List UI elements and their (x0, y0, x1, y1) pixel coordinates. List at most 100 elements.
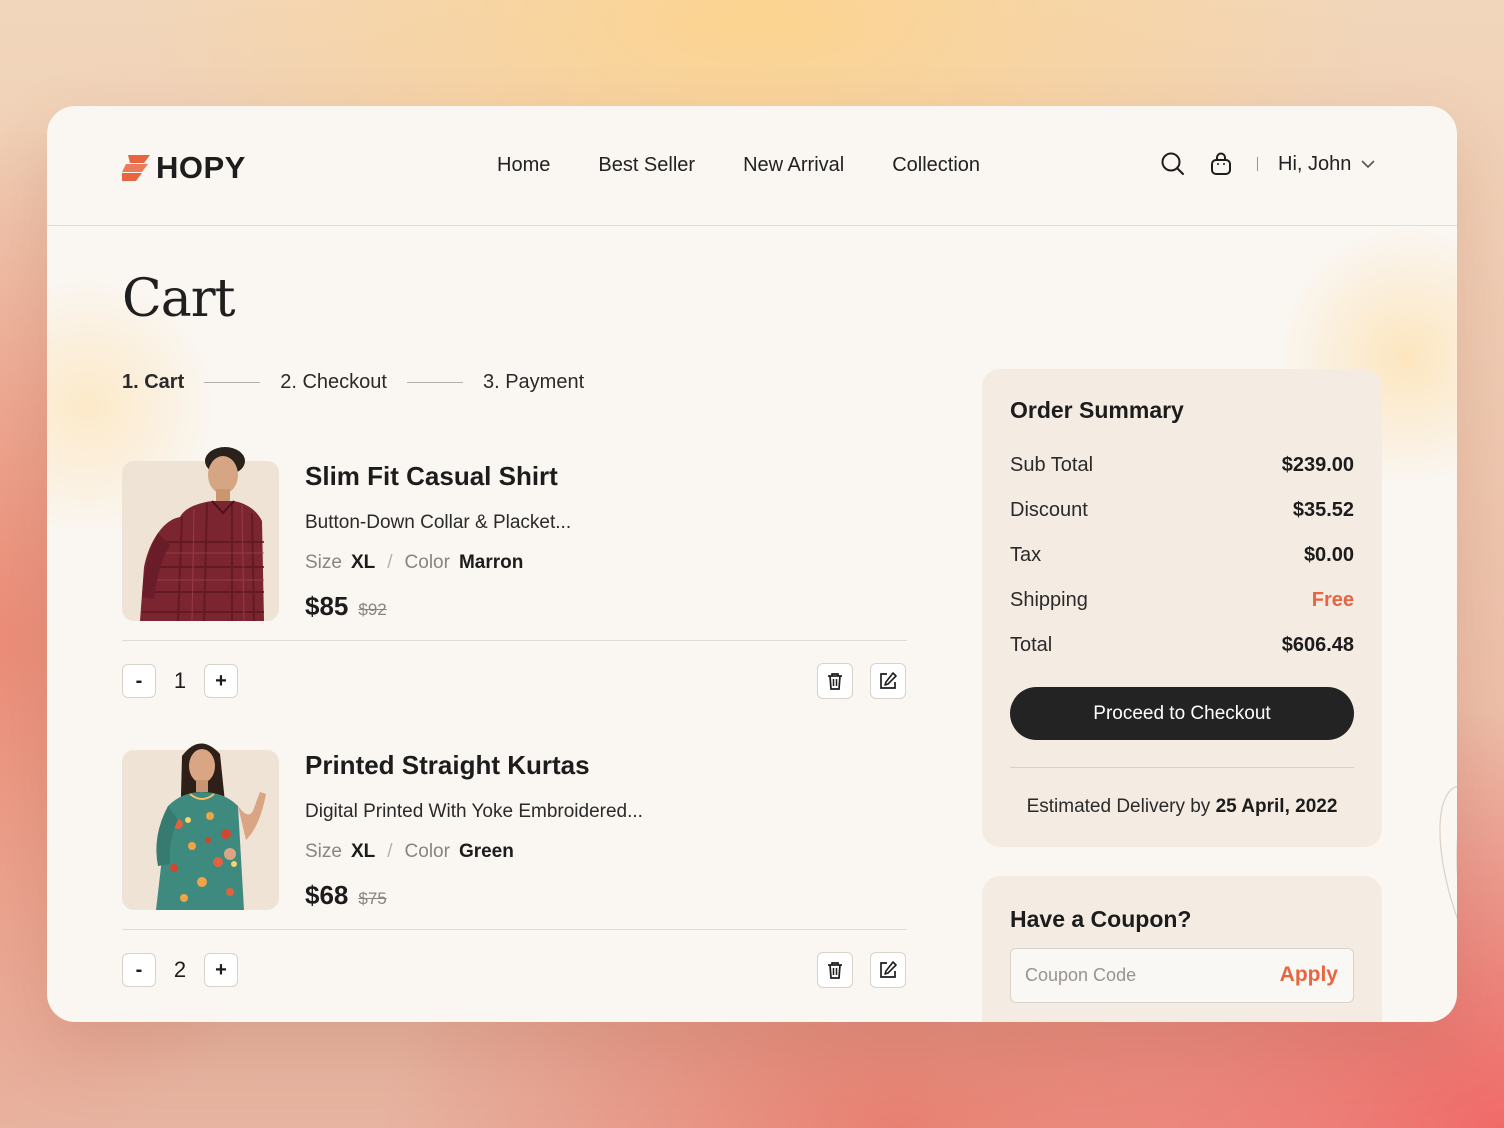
quantity-value: 2 (173, 957, 187, 982)
step-payment[interactable]: 3. Payment (483, 371, 584, 394)
nav-item-best-seller[interactable]: Best Seller (598, 154, 695, 177)
cart-item: Slim Fit Casual Shirt Button-Down Collar… (122, 447, 907, 707)
summary-label: Tax (1010, 544, 1042, 566)
summary-value: $35.52 (1292, 499, 1354, 521)
product-name[interactable]: Slim Fit Casual Shirt (305, 461, 558, 492)
step-connector (204, 382, 261, 383)
coupon-title: Have a Coupon? (1010, 906, 1192, 932)
product-description: Button-Down Collar & Placket... (305, 512, 572, 533)
color-value: Marron (458, 552, 524, 573)
summary-label: Total (1010, 634, 1053, 656)
size-label: Size (305, 552, 342, 573)
current-price: $68 (305, 880, 349, 910)
size-value: XL (350, 552, 376, 573)
increase-quantity-button[interactable]: + (204, 664, 238, 698)
product-image[interactable] (122, 447, 279, 621)
search-button[interactable] (1159, 150, 1187, 178)
product-photo-kurta (156, 743, 266, 910)
summary-label: Shipping (1010, 589, 1088, 611)
estimated-delivery: Estimated Delivery by 25 April, 2022 (1010, 796, 1354, 818)
nav-item-home[interactable]: Home (497, 154, 550, 177)
summary-value: $0.00 (1303, 544, 1354, 566)
trash-icon (828, 673, 842, 690)
coupon-field: Apply (1010, 948, 1354, 1003)
summary-row-shipping: Shipping Free (1010, 589, 1354, 612)
summary-label: Sub Total (1010, 454, 1094, 476)
summary-row-total: Total $606.48 (1010, 634, 1354, 657)
summary-value: Free (1311, 589, 1354, 611)
top-navbar: HOPY Home Best Seller New Arrival Collec… (47, 106, 1457, 226)
edit-item-button[interactable] (870, 952, 906, 988)
quantity-value: 1 (173, 668, 187, 693)
summary-row-tax: Tax $0.00 (1010, 544, 1354, 567)
product-attributes: Size XL / Color Green (305, 841, 514, 863)
order-summary-panel: Order Summary Sub Total $239.00 Discount… (982, 369, 1382, 847)
attribute-separator: / (387, 552, 393, 573)
quantity-stepper: - 1 + (122, 664, 238, 698)
edit-icon (880, 672, 897, 689)
attribute-separator: / (387, 841, 393, 862)
summary-row-subtotal: Sub Total $239.00 (1010, 454, 1354, 477)
color-label: Color (404, 841, 450, 862)
apply-coupon-button[interactable]: Apply (1280, 963, 1338, 987)
user-menu[interactable]: Hi, John (1278, 153, 1375, 176)
brand-logo[interactable]: HOPY (122, 150, 246, 186)
edit-icon (880, 961, 897, 978)
item-divider (122, 929, 907, 930)
summary-value: $606.48 (1281, 634, 1354, 656)
size-value: XL (350, 841, 376, 862)
trash-icon (828, 962, 842, 979)
color-label: Color (404, 552, 450, 573)
original-price: $92 (358, 600, 387, 619)
brand-name: HOPY (156, 150, 246, 185)
increase-quantity-button[interactable]: + (204, 953, 238, 987)
decor-rings (1439, 785, 1457, 1011)
page-title: Cart (122, 269, 236, 329)
checkout-steps: 1. Cart 2. Checkout 3. Payment (122, 371, 584, 394)
step-cart[interactable]: 1. Cart (122, 371, 184, 394)
proceed-to-checkout-button[interactable]: Proceed to Checkout (1010, 687, 1354, 740)
main-nav: Home Best Seller New Arrival Collection (497, 154, 1028, 177)
color-value: Green (458, 841, 514, 862)
shopping-bag-button[interactable] (1207, 150, 1235, 178)
delivery-date: 25 April, 2022 (1215, 796, 1338, 817)
shopping-bag-icon (1211, 152, 1231, 175)
nav-item-collection[interactable]: Collection (892, 154, 980, 177)
cart-item: Printed Straight Kurtas Digital Printed … (122, 736, 907, 996)
size-label: Size (305, 841, 342, 862)
product-image[interactable] (122, 743, 279, 910)
order-summary-title: Order Summary (1010, 397, 1184, 423)
summary-row-discount: Discount $35.52 (1010, 499, 1354, 522)
cart-page-card: HOPY Home Best Seller New Arrival Collec… (47, 106, 1457, 1022)
step-checkout[interactable]: 2. Checkout (280, 371, 387, 394)
product-attributes: Size XL / Color Marron (305, 552, 523, 574)
search-icon (1161, 152, 1184, 175)
product-photo-shirt (140, 447, 264, 621)
coupon-code-input[interactable] (1025, 949, 1255, 1002)
quantity-stepper: - 2 + (122, 953, 238, 987)
product-price: $85 $92 (305, 591, 387, 622)
summary-divider (1010, 767, 1354, 768)
current-price: $85 (305, 591, 349, 621)
product-price: $68 $75 (305, 880, 387, 911)
decrease-quantity-button[interactable]: - (122, 953, 156, 987)
coupon-panel: Have a Coupon? Apply (982, 876, 1382, 1022)
user-greeting: Hi, John (1278, 152, 1352, 175)
nav-item-new-arrival[interactable]: New Arrival (743, 154, 844, 177)
logo-mark-icon (122, 155, 150, 181)
product-description: Digital Printed With Yoke Embroidered... (305, 801, 643, 822)
summary-label: Discount (1010, 499, 1088, 521)
header-divider (1257, 157, 1258, 171)
edit-item-button[interactable] (870, 663, 906, 699)
decrease-quantity-button[interactable]: - (122, 664, 156, 698)
product-name[interactable]: Printed Straight Kurtas (305, 750, 590, 781)
delete-item-button[interactable] (817, 952, 853, 988)
summary-value: $239.00 (1281, 454, 1354, 476)
original-price: $75 (358, 889, 387, 908)
chevron-down-icon (1361, 159, 1375, 168)
delete-item-button[interactable] (817, 663, 853, 699)
header-actions: Hi, John (1159, 150, 1375, 178)
step-connector (406, 382, 463, 383)
delivery-label: Estimated Delivery by (1026, 796, 1211, 817)
item-divider (122, 640, 907, 641)
